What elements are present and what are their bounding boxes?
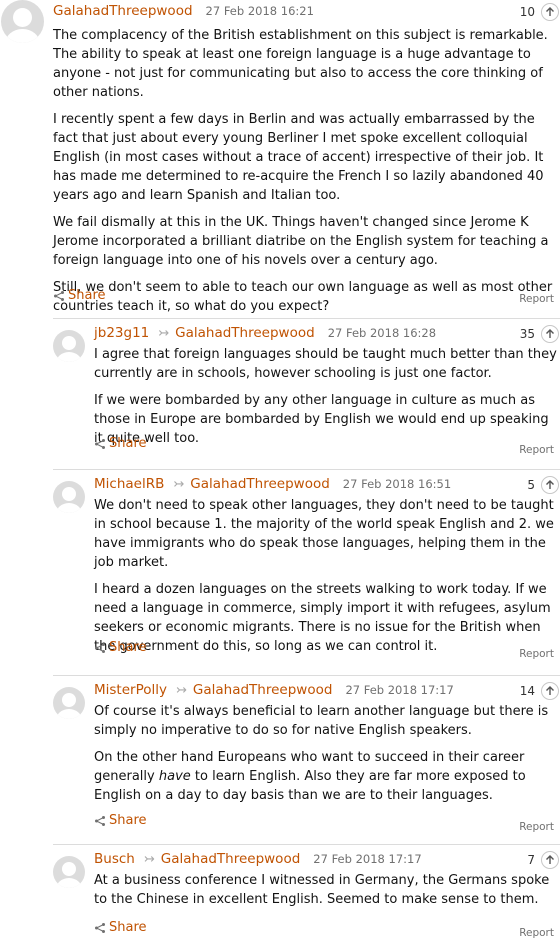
comment-paragraph: Still, we don't seem to able to teach ou…	[53, 280, 553, 314]
share-icon	[95, 922, 105, 933]
share-icon	[95, 815, 105, 826]
recommend-button[interactable]	[541, 682, 559, 700]
comment-paragraph: I heard a dozen languages on the streets…	[94, 582, 551, 654]
recommend-count: 5	[527, 478, 535, 492]
up-arrow-icon	[546, 480, 554, 489]
share-label: Share	[109, 813, 147, 828]
recommend-button[interactable]	[541, 3, 559, 21]
timestamp[interactable]: 27 Feb 2018 16:28	[328, 326, 436, 340]
comment-paragraph: We don't need to speak other languages, …	[94, 498, 554, 570]
reply-to-name[interactable]: GalahadThreepwood	[190, 476, 330, 492]
recommend-control: 10	[520, 3, 559, 21]
comment-paragraph: If we were bombarded by any other langua…	[94, 393, 549, 446]
author-name[interactable]: jb23g11	[94, 325, 149, 341]
share-label: Share	[109, 436, 147, 451]
author-name[interactable]: MisterPolly	[94, 682, 167, 698]
recommend-count: 14	[519, 684, 535, 698]
comment-meta: MisterPolly ↣ GalahadThreepwood 27 Feb 2…	[94, 682, 454, 698]
report-link[interactable]: Report	[519, 293, 554, 305]
recommend-count: 35	[519, 327, 535, 341]
report-link[interactable]: Report	[519, 444, 554, 456]
share-label: Share	[109, 920, 147, 935]
share-icon	[95, 642, 105, 653]
reply-comment: MichaelRB ↣ GalahadThreepwood 27 Feb 201…	[53, 469, 560, 675]
comment-body: Of course it's always beneficial to lear…	[94, 702, 560, 813]
share-button[interactable]: Share	[94, 436, 147, 451]
up-arrow-icon	[546, 855, 554, 864]
comment-paragraph: The complacency of the British establish…	[53, 28, 548, 100]
emphasised-word: have	[158, 769, 191, 784]
recommend-count: 7	[527, 853, 535, 867]
recommend-control: 7	[527, 851, 559, 869]
share-icon	[54, 290, 64, 301]
author-name[interactable]: Busch	[94, 851, 135, 867]
up-arrow-icon	[546, 7, 554, 16]
comment-paragraph: Of course it's always beneficial to lear…	[94, 704, 549, 738]
comment-paragraph: I agree that foreign languages should be…	[94, 347, 557, 381]
reply-comment: MisterPolly ↣ GalahadThreepwood 27 Feb 2…	[53, 675, 560, 844]
comment-body: At a business conference I witnessed in …	[94, 871, 560, 917]
recommend-count: 10	[519, 5, 535, 19]
report-link[interactable]: Report	[519, 927, 554, 939]
timestamp[interactable]: 27 Feb 2018 16:51	[343, 477, 451, 491]
reply-arrow-icon: ↣	[173, 476, 185, 492]
share-button[interactable]: Share	[94, 640, 147, 655]
comment-paragraph: I recently spent a few days in Berlin an…	[53, 112, 544, 203]
share-label: Share	[68, 288, 106, 303]
share-button[interactable]: Share	[94, 920, 147, 935]
comment-meta: jb23g11 ↣ GalahadThreepwood 27 Feb 2018 …	[94, 325, 436, 341]
timestamp[interactable]: 27 Feb 2018 17:17	[313, 852, 421, 866]
timestamp[interactable]: 27 Feb 2018 16:21	[206, 4, 314, 18]
recommend-button[interactable]	[541, 476, 559, 494]
avatar[interactable]	[53, 856, 85, 888]
recommend-control: 5	[527, 476, 559, 494]
avatar[interactable]	[53, 687, 85, 719]
reply-arrow-icon: ↣	[143, 851, 155, 867]
timestamp[interactable]: 27 Feb 2018 17:17	[345, 683, 453, 697]
share-button[interactable]: Share	[94, 813, 147, 828]
comment-body: I agree that foreign languages should be…	[94, 345, 560, 456]
share-button[interactable]: Share	[53, 288, 106, 303]
reply-comment: Busch ↣ GalahadThreepwood 27 Feb 2018 17…	[53, 844, 560, 945]
comment: GalahadThreepwood 27 Feb 2018 16:21 10 T…	[0, 0, 560, 318]
avatar[interactable]	[1, 0, 44, 43]
reply-to-name[interactable]: GalahadThreepwood	[161, 851, 301, 867]
comment-meta: Busch ↣ GalahadThreepwood 27 Feb 2018 17…	[94, 851, 422, 867]
recommend-control: 14	[520, 682, 559, 700]
comment-meta: GalahadThreepwood 27 Feb 2018 16:21	[53, 3, 314, 19]
author-name[interactable]: GalahadThreepwood	[53, 3, 193, 19]
recommend-control: 35	[520, 325, 559, 343]
reply-comment: jb23g11 ↣ GalahadThreepwood 27 Feb 2018 …	[53, 318, 560, 469]
comment-paragraph: At a business conference I witnessed in …	[94, 873, 550, 907]
recommend-button[interactable]	[541, 851, 559, 869]
up-arrow-icon	[546, 329, 554, 338]
comment-thread: GalahadThreepwood 27 Feb 2018 16:21 10 T…	[0, 0, 560, 945]
comment-meta: MichaelRB ↣ GalahadThreepwood 27 Feb 201…	[94, 476, 451, 492]
reply-arrow-icon: ↣	[158, 325, 170, 341]
report-link[interactable]: Report	[519, 821, 554, 833]
reply-arrow-icon: ↣	[176, 682, 187, 698]
comment-body: The complacency of the British establish…	[53, 26, 560, 324]
avatar[interactable]	[53, 481, 85, 513]
author-name[interactable]: MichaelRB	[94, 476, 164, 492]
up-arrow-icon	[546, 686, 554, 695]
share-label: Share	[109, 640, 147, 655]
comment-paragraph: On the other hand Europeans who want to …	[94, 750, 526, 803]
share-icon	[95, 438, 105, 449]
comment-body: We don't need to speak other languages, …	[94, 496, 560, 664]
recommend-button[interactable]	[541, 325, 559, 343]
report-link[interactable]: Report	[519, 648, 554, 660]
reply-to-name[interactable]: GalahadThreepwood	[193, 682, 333, 698]
reply-to-name[interactable]: GalahadThreepwood	[175, 325, 315, 341]
avatar[interactable]	[53, 330, 85, 362]
comment-paragraph: We fail dismally at this in the UK. Thin…	[53, 215, 549, 268]
